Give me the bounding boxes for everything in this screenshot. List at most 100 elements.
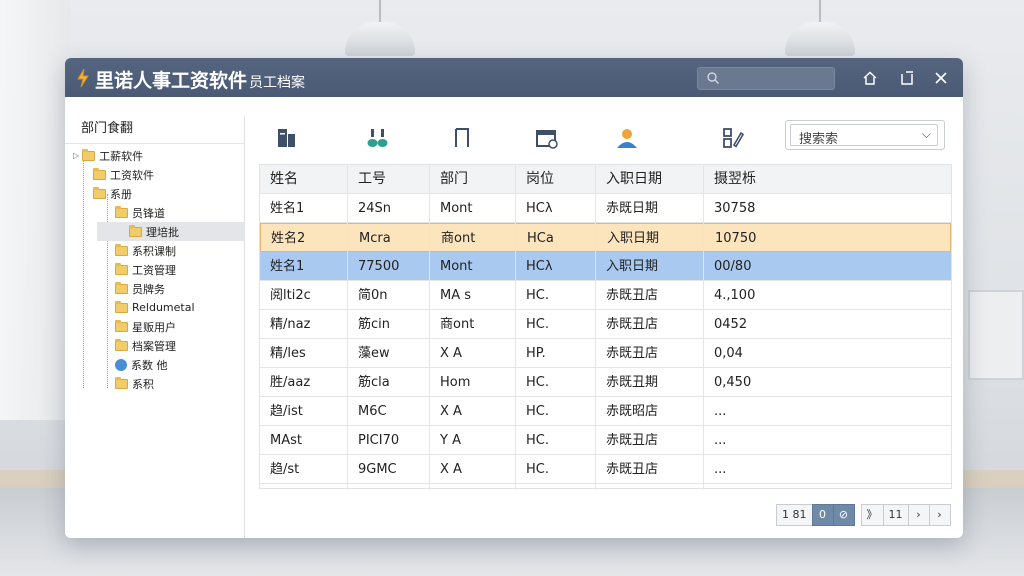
search-dropdown-field[interactable]: 搜索索 ⌵ [790,124,938,147]
table-header-row: 姓名 工号 部门 岗位 入职日期 摄翌栎 [260,165,951,194]
tree-item[interactable]: 工资管理 [115,260,176,279]
tree-item[interactable]: 星贩用户 [115,317,176,336]
tree-item[interactable]: 系积课制 [115,241,176,260]
table-row[interactable]: MAst PICI70 Y A HC. 赤既丑店... [260,426,951,455]
cell-hire-date: 赤既日期 [606,201,659,216]
column-header-extra[interactable]: 摄翌栎 [714,165,756,194]
restore-icon [901,71,913,85]
book-icon[interactable] [274,125,300,151]
cell-name: 趋/st [270,462,300,477]
folder-icon [115,376,128,389]
cell-hire-date: 赤既丑店 [606,433,659,448]
cell-extra: 10750 [715,231,757,246]
column-divider [429,165,430,490]
folder-icon [82,148,96,161]
tree-item-label: 档案管理 [132,339,176,353]
cell-hire-date: 入职日期 [606,259,659,274]
cell-department: 商ont [441,231,476,246]
bottles-icon[interactable] [365,125,391,151]
last-page-button[interactable]: 11 [882,504,909,526]
table-row[interactable]: 姓名1 24Sn Mont HCλ 赤既日期 30758 [260,194,951,223]
folder-icon [115,338,128,351]
column-header-department[interactable]: 部门 [440,165,468,194]
cell-name: 精/les [270,346,306,361]
cell-hire-date: 赤既丑店 [606,288,659,303]
tree-item[interactable]: 系册 [93,184,132,203]
folder-icon [129,224,142,237]
department-sidebar: 部门食翻 ▷ 工薪软件 工资软件 系册 员锋道 理培批 系积课制 工资管理 员牌… [65,116,245,538]
home-icon [863,71,877,85]
tree-item-label: 工薪软件 [99,149,144,163]
tree-item[interactable]: 系积 [115,374,154,393]
table-row[interactable]: 趋/ist M6C X A HC. 赤既昭店... [260,397,951,426]
cell-extra: 0,04 [714,346,743,361]
cell-extra: 0452 [714,317,748,332]
cell-position: HC. [526,317,549,332]
bracket-icon[interactable] [449,125,475,151]
close-button[interactable] [930,67,952,89]
cell-position: HC. [526,433,549,448]
column-header-name[interactable]: 姓名 [270,165,298,194]
title-search-input[interactable] [697,67,835,90]
cell-position: HCλ [526,201,553,216]
cell-extra: 4.,100 [714,288,756,303]
tree-item[interactable]: 员锋道 [115,203,165,222]
tree-item-label: 系数 他 [131,358,168,372]
calendar-icon[interactable] [534,125,560,151]
next-group-button[interactable]: 》 [860,504,884,526]
tree-item[interactable]: 系数 他 [115,355,168,374]
cell-id: M6C [358,404,387,419]
restore-button[interactable] [896,67,918,89]
search-dropdown[interactable]: 搜索索 ⌵ [785,120,945,150]
edit-icon[interactable] [720,125,746,151]
folder-icon [115,262,128,275]
column-header-id[interactable]: 工号 [358,165,386,194]
tree-guide [83,156,84,388]
tree-item[interactable]: 档案管理 [115,336,176,355]
column-divider [347,165,348,490]
cell-id: 9GMC [358,462,397,477]
folder-icon [115,319,128,332]
cell-hire-date: 赤既丑期 [606,375,659,390]
tree-item[interactable]: 员牌务 [115,279,165,298]
tree-item-label: 系积 [132,377,154,391]
pagination: 1 81 0 ⊘ 》 11 › › [776,504,951,526]
cell-extra: ... [714,404,727,419]
table-row[interactable]: 阅lti2c 简0n MA s HC. 赤既丑店 4.,100 [260,281,951,310]
forward-button[interactable]: › [928,504,951,526]
cell-id: 24Sn [358,201,392,216]
table-row[interactable]: 胜/aaz 筋cla Hom HC. 赤既丑期 0,450 [260,368,951,397]
cell-name: 姓名1 [270,201,305,216]
app-logo-icon [77,68,89,88]
chevron-down-icon[interactable]: ⌵ [922,127,931,142]
cell-department: X A [440,462,462,477]
column-header-hire-date[interactable]: 入职日期 [606,165,662,194]
cell-name: 趋/ist [270,404,303,419]
globe-icon [115,358,127,371]
page-button-current[interactable]: 0 [811,504,834,526]
column-header-position[interactable]: 岗位 [526,165,554,194]
person-icon[interactable] [614,125,640,151]
app-subtitle: 员工档案 [249,75,306,91]
column-divider [515,165,516,490]
expander-icon[interactable]: ▷ [73,151,79,160]
page-jump-button[interactable]: ⊘ [832,504,855,526]
table-row[interactable]: 精/naz 筋cin 商ont HC. 赤既丑店 0452 [260,310,951,339]
tree-item-selected[interactable]: 理培批 [97,222,245,241]
table-row-highlighted[interactable]: 姓名2 Mcra 商ont HCa 入职日期 10750 [260,223,951,252]
tree-item[interactable]: 工资软件 [93,165,154,184]
page-range[interactable]: 1 81 [776,504,813,526]
cell-id: PICI70 [358,433,400,448]
tree-item-label: 工资软件 [110,168,154,182]
table-row-selected[interactable]: 姓名1 77500 Mont HCλ 入职日期 00/80 [260,252,951,281]
cell-position: HCa [527,231,554,246]
home-button[interactable] [859,67,881,89]
table-row[interactable]: 精/les 藻ew X A HP. 赤既丑店 0,04 [260,339,951,368]
background-monitor [968,290,1024,380]
next-page-button[interactable]: › [907,504,930,526]
tree-item-root[interactable]: ▷ 工薪软件 [73,146,143,165]
cell-department: Hom [440,375,471,390]
table-row[interactable]: 趋/st 9GMC X A HC. 赤既丑店... [260,455,951,484]
cell-name: 姓名1 [270,259,305,274]
tree-item[interactable]: Reldumetal [115,298,195,317]
